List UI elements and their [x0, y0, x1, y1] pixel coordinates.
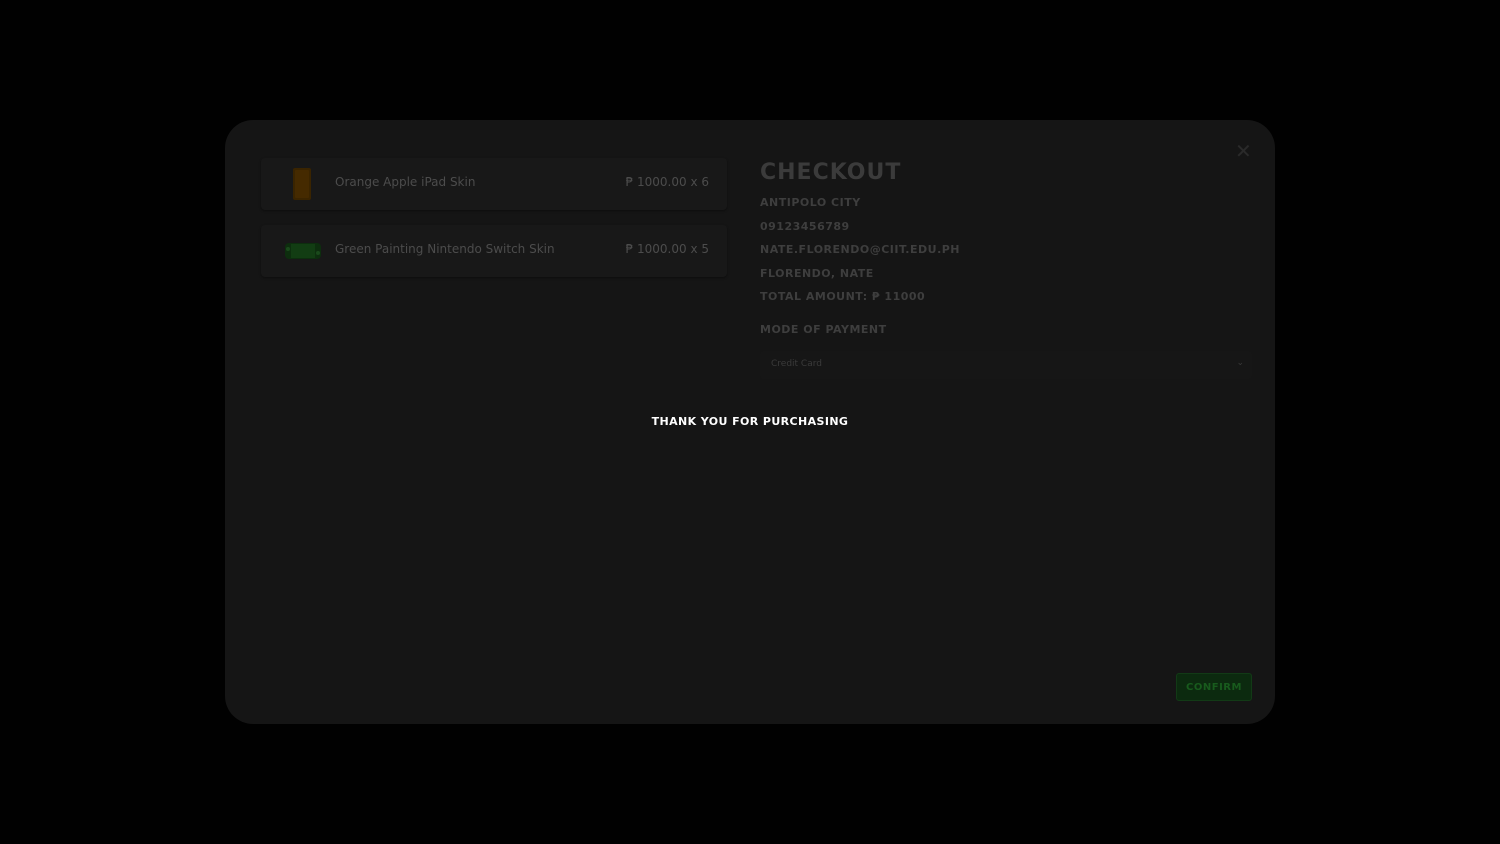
checkout-info: CHECKOUT ANTIPOLO CITY 09123456789 NATE.… [760, 160, 1252, 379]
email-address: NATE.FLORENDO@CIIT.EDU.PH [760, 243, 961, 256]
cart-item-name: Orange Apple iPad Skin [335, 175, 476, 189]
cart-list: Orange Apple iPad Skin ₱ 1000.00 x 6 Gre… [261, 158, 727, 292]
customer-name: FLORENDO, NATE [760, 266, 874, 280]
switch-skin-thumbnail [283, 233, 323, 269]
checkout-title: CHECKOUT [760, 160, 902, 185]
cart-item-name: Green Painting Nintendo Switch Skin [335, 242, 555, 256]
thank-you-message: THANK YOU FOR PURCHASING [651, 415, 849, 428]
payment-mode-label: MODE OF PAYMENT [760, 322, 887, 336]
chevron-down-icon: ⌄ [1236, 357, 1244, 368]
phone-number: 09123456789 [760, 219, 850, 233]
address-city: ANTIPOLO CITY [760, 196, 861, 209]
total-amount: TOTAL AMOUNT: ₱ 11000 [760, 290, 926, 303]
payment-mode-value: Credit Card [771, 358, 822, 369]
cart-item-price: ₱ 1000.00 x 6 [625, 175, 709, 189]
cart-item: Green Painting Nintendo Switch Skin ₱ 10… [261, 225, 727, 277]
cart-item-price: ₱ 1000.00 x 5 [625, 242, 709, 256]
cart-item: Orange Apple iPad Skin ₱ 1000.00 x 6 [261, 158, 727, 210]
ipad-skin-thumbnail [281, 166, 321, 202]
payment-mode-select[interactable]: Credit Card ⌄ [760, 350, 1252, 379]
confirm-button[interactable]: CONFIRM [1176, 673, 1252, 701]
close-icon[interactable]: ✕ [1235, 141, 1252, 161]
